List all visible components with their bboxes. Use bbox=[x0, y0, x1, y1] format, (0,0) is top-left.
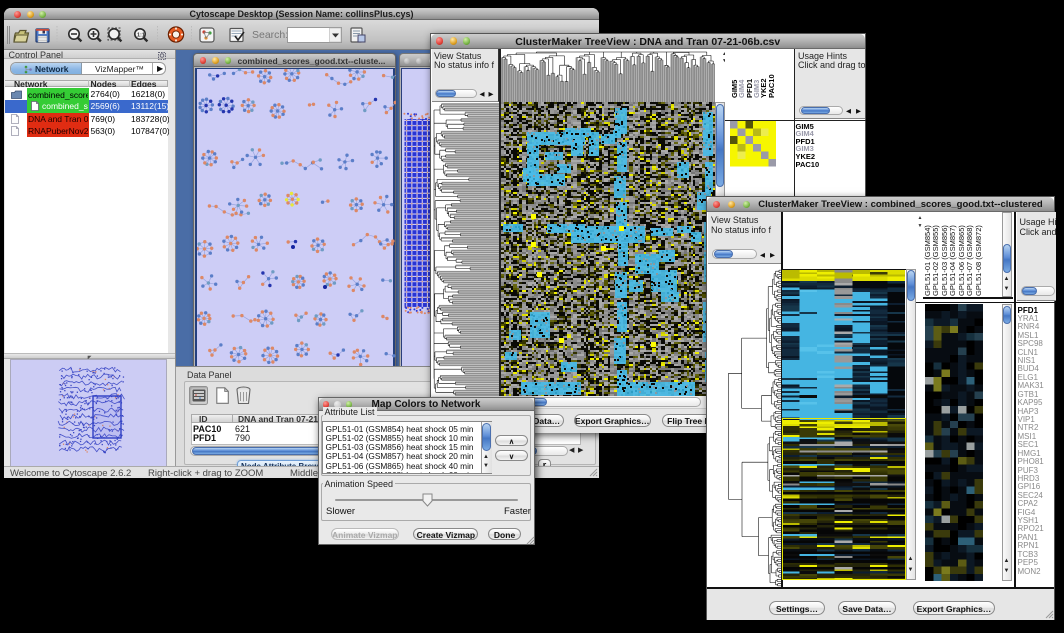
svg-text:Search:: Search: bbox=[252, 29, 288, 41]
svg-text:1:1: 1:1 bbox=[137, 33, 145, 39]
